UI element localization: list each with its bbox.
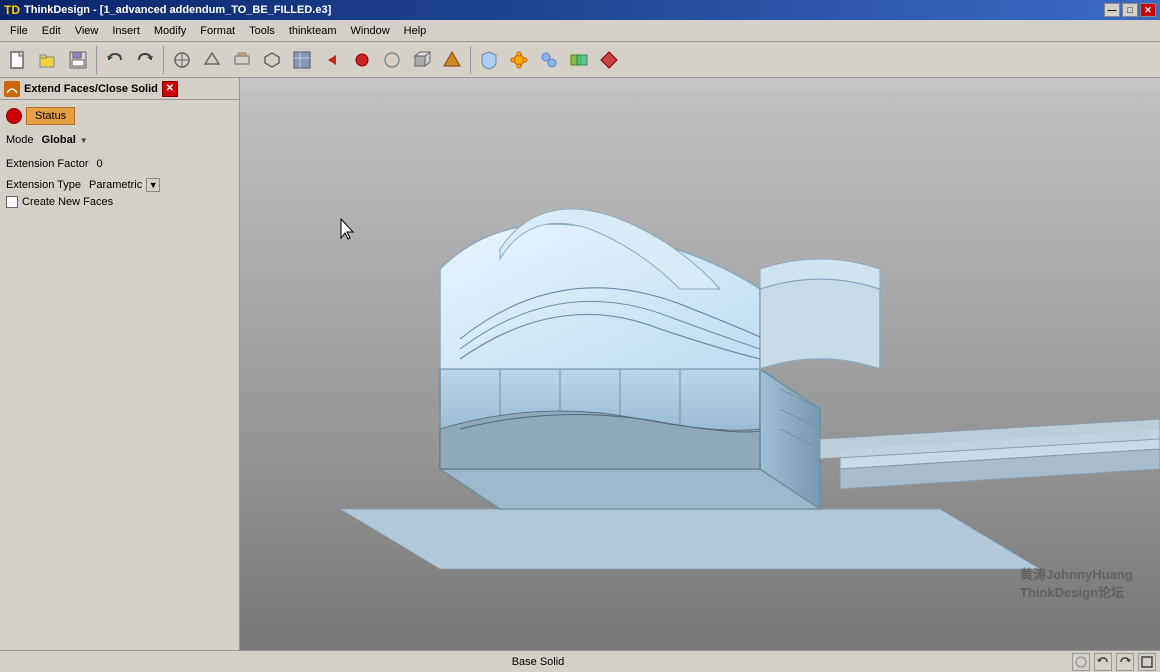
tb-cluster2[interactable]: [535, 46, 563, 74]
viewport-svg: 3 黄涛JohnnyHuang ThinkDesign论坛: [240, 78, 1160, 650]
panel-icon: [4, 81, 20, 97]
extension-type-dropdown[interactable]: ▼: [146, 178, 160, 192]
create-new-faces-row: Create New Faces: [6, 196, 233, 208]
status-right: [1072, 653, 1156, 671]
tb-shield[interactable]: [475, 46, 503, 74]
panel-header: Extend Faces/Close Solid ✕: [0, 78, 239, 100]
status-icon-rotate-left[interactable]: [1094, 653, 1112, 671]
title-text: ThinkDesign - [1_advanced addendum_TO_BE…: [24, 4, 331, 16]
main-area: Extend Faces/Close Solid ✕ Status Mode G…: [0, 78, 1160, 650]
menu-insert[interactable]: Insert: [106, 23, 146, 39]
title-bar: TD ThinkDesign - [1_advanced addendum_TO…: [0, 0, 1160, 20]
menu-format[interactable]: Format: [194, 23, 241, 39]
panel-title: Extend Faces/Close Solid: [24, 83, 158, 95]
panel-close-button[interactable]: ✕: [162, 81, 178, 97]
menu-thinkteam[interactable]: thinkteam: [283, 23, 343, 39]
tb-tool3[interactable]: [228, 46, 256, 74]
tb-new[interactable]: [4, 46, 32, 74]
menu-help[interactable]: Help: [398, 23, 433, 39]
tb-cluster3[interactable]: [565, 46, 593, 74]
status-text: Base Solid: [4, 656, 1072, 668]
mode-row: Mode Global ▼: [6, 130, 233, 150]
tb-solid[interactable]: [408, 46, 436, 74]
tb-tool1[interactable]: [168, 46, 196, 74]
menu-view[interactable]: View: [69, 23, 105, 39]
status-icon-record[interactable]: [1072, 653, 1090, 671]
status-icon-rotate-right[interactable]: [1116, 653, 1134, 671]
menu-file[interactable]: File: [4, 23, 34, 39]
extension-factor-label: Extension Factor: [6, 158, 89, 170]
mode-label: Mode: [6, 134, 34, 146]
status-bar: Base Solid: [0, 650, 1160, 672]
tb-save[interactable]: [64, 46, 92, 74]
tb-cluster1[interactable]: [505, 46, 533, 74]
status-button[interactable]: Status: [26, 107, 75, 125]
menu-modify[interactable]: Modify: [148, 23, 192, 39]
tb-shape[interactable]: [438, 46, 466, 74]
toolbar-sep-2: [163, 46, 164, 74]
extension-type-row: Extension Type Parametric ▼: [6, 178, 233, 192]
viewport[interactable]: 3 黄涛JohnnyHuang ThinkDesign论坛: [240, 78, 1160, 650]
app-logo: TD: [4, 3, 20, 17]
status-icon-square[interactable]: [1138, 653, 1156, 671]
stop-start-row: Status: [6, 106, 233, 126]
tb-undo[interactable]: [101, 46, 129, 74]
create-new-faces-checkbox[interactable]: [6, 196, 18, 208]
close-button[interactable]: ✕: [1140, 3, 1156, 17]
toolbar: [0, 42, 1160, 78]
tb-back[interactable]: [318, 46, 346, 74]
menu-window[interactable]: Window: [345, 23, 396, 39]
svg-text:黄涛JohnnyHuang: 黄涛JohnnyHuang: [1020, 567, 1133, 582]
left-panel: Extend Faces/Close Solid ✕ Status Mode G…: [0, 78, 240, 650]
extension-type-label: Extension Type: [6, 179, 81, 191]
svg-text:ThinkDesign论坛: ThinkDesign论坛: [1020, 585, 1124, 600]
extension-type-value: Parametric: [89, 179, 142, 191]
toolbar-sep-1: [96, 46, 97, 74]
maximize-button[interactable]: □: [1122, 3, 1138, 17]
menu-bar: File Edit View Insert Modify Format Tool…: [0, 20, 1160, 42]
tb-cluster4[interactable]: [595, 46, 623, 74]
tb-open[interactable]: [34, 46, 62, 74]
title-controls: — □ ✕: [1104, 3, 1156, 17]
extension-factor-value: 0: [97, 158, 103, 170]
panel-content: Status Mode Global ▼ Extension Factor 0 …: [0, 100, 239, 214]
tb-forward[interactable]: [378, 46, 406, 74]
tb-record[interactable]: [348, 46, 376, 74]
create-new-faces-label: Create New Faces: [22, 196, 113, 208]
tb-redo[interactable]: [131, 46, 159, 74]
mode-dropdown-arrow[interactable]: ▼: [80, 136, 88, 145]
menu-edit[interactable]: Edit: [36, 23, 67, 39]
tb-tool5[interactable]: [288, 46, 316, 74]
toolbar-sep-3: [470, 46, 471, 74]
tb-tool2[interactable]: [198, 46, 226, 74]
title-bar-left: TD ThinkDesign - [1_advanced addendum_TO…: [4, 3, 331, 17]
extension-factor-row: Extension Factor 0: [6, 154, 233, 174]
menu-tools[interactable]: Tools: [243, 23, 281, 39]
minimize-button[interactable]: —: [1104, 3, 1120, 17]
stop-button[interactable]: [6, 108, 22, 124]
mode-value: Global: [42, 134, 76, 146]
tb-tool4[interactable]: [258, 46, 286, 74]
